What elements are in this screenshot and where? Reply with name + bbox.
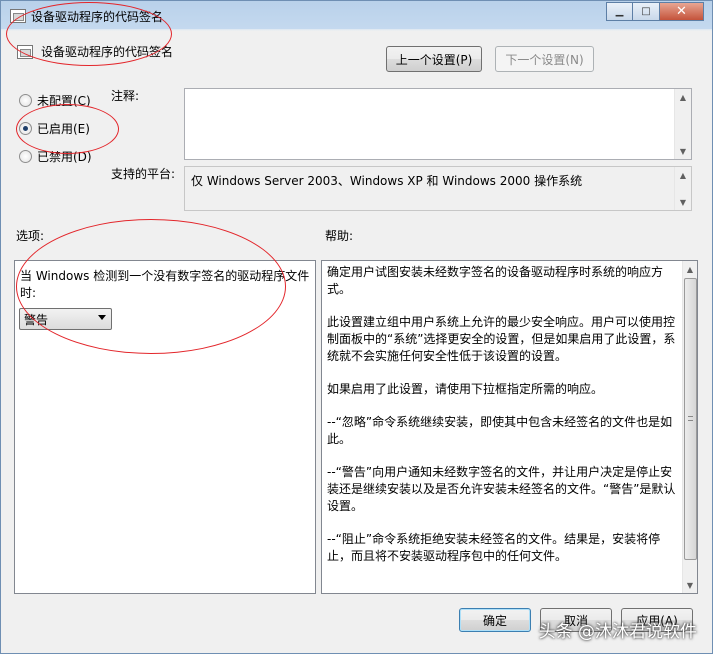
help-paragraph: 此设置建立组中用户系统上允许的最少安全响应。用户可以使用控制面板中的“系统”选择… xyxy=(327,315,676,363)
supported-platform-value: 仅 Windows Server 2003、Windows XP 和 Windo… xyxy=(191,174,583,188)
policy-settings-icon xyxy=(17,45,33,59)
scroll-down-icon[interactable]: ▼ xyxy=(675,194,691,210)
radio-enabled-label: 已启用(E) xyxy=(37,122,90,136)
radio-enabled-dot[interactable] xyxy=(19,122,32,135)
help-paragraph: --“忽略”命令系统继续安装，即使其中包含未经签名的文件也是如此。 xyxy=(327,415,673,446)
platform-scrollbar[interactable]: ▲ ▼ xyxy=(674,167,691,210)
window-title: 设备驱动程序的代码签名 xyxy=(31,10,164,24)
radio-not-configured[interactable]: 未配置(C) xyxy=(19,92,91,109)
maximize-button[interactable]: □ xyxy=(633,2,660,21)
radio-not-configured-dot[interactable] xyxy=(19,94,32,107)
comment-textarea[interactable]: ▲ ▼ xyxy=(184,88,692,160)
options-panel: 当 Windows 检测到一个没有数字签名的驱动程序文件时: 警告 xyxy=(14,260,316,594)
scroll-down-icon[interactable]: ▼ xyxy=(675,143,691,159)
scroll-up-icon[interactable]: ▲ xyxy=(683,261,697,277)
signature-action-dropdown[interactable]: 警告 xyxy=(19,308,112,330)
close-button[interactable]: ✕ xyxy=(660,2,704,21)
dialog-window: 设备驱动程序的代码签名 ▁ □ ✕ 设备驱动程序的代码签名 上一个设置(P) 下… xyxy=(0,0,713,654)
scroll-down-icon[interactable]: ▼ xyxy=(683,577,697,593)
scroll-up-icon[interactable]: ▲ xyxy=(675,167,691,183)
help-paragraph: --“阻止”命令系统拒绝安装未经签名的文件。结果是，安装将停止，而且将不安装驱动… xyxy=(327,532,661,563)
options-description: 当 Windows 检测到一个没有数字签名的驱动程序文件时: xyxy=(20,269,310,300)
help-text: 确定用户试图安装未经数字签名的设备驱动程序时系统的响应方式。 此设置建立组中用户… xyxy=(327,264,679,581)
radio-disabled-dot[interactable] xyxy=(19,150,32,163)
radio-disabled[interactable]: 已禁用(D) xyxy=(19,148,92,165)
chevron-down-icon xyxy=(98,315,106,320)
signature-action-value: 警告 xyxy=(24,312,49,327)
help-panel: 确定用户试图安装未经数字签名的设备驱动程序时系统的响应方式。 此设置建立组中用户… xyxy=(321,260,698,594)
comment-label: 注释: xyxy=(111,89,140,103)
radio-disabled-label: 已禁用(D) xyxy=(37,150,92,164)
policy-title: 设备驱动程序的代码签名 xyxy=(41,45,174,59)
radio-not-configured-label: 未配置(C) xyxy=(37,94,91,108)
help-paragraph: --“警告”向用户通知未经数字签名的文件，并让用户决定是停止安装还是继续安装以及… xyxy=(327,465,676,513)
watermark-text: 头条 @沐沐君说软件 xyxy=(538,622,697,642)
scroll-up-icon[interactable]: ▲ xyxy=(675,89,691,105)
help-scrollbar-thumb[interactable] xyxy=(684,278,697,560)
supported-platform-field: 仅 Windows Server 2003、Windows XP 和 Windo… xyxy=(184,166,692,211)
window-controls: ▁ □ ✕ xyxy=(606,2,704,21)
policy-settings-icon xyxy=(10,9,26,23)
help-paragraph: 确定用户试图安装未经数字签名的设备驱动程序时系统的响应方式。 xyxy=(327,265,664,296)
help-scrollbar[interactable]: ▲ ▼ xyxy=(682,261,697,593)
help-paragraph: 如果启用了此设置，请使用下拉框指定所需的响应。 xyxy=(327,382,604,396)
title-bar[interactable]: 设备驱动程序的代码签名 ▁ □ ✕ xyxy=(1,1,712,31)
options-section-label: 选项: xyxy=(16,229,45,243)
help-section-label: 帮助: xyxy=(325,229,354,243)
supported-platform-label: 支持的平台: xyxy=(111,167,176,181)
ok-button[interactable]: 确定 xyxy=(459,608,531,632)
minimize-button[interactable]: ▁ xyxy=(606,2,633,21)
dialog-body: 设备驱动程序的代码签名 上一个设置(P) 下一个设置(N) 未配置(C) 已启用… xyxy=(9,31,706,647)
previous-setting-button[interactable]: 上一个设置(P) xyxy=(386,46,482,72)
grip-icon xyxy=(688,416,693,421)
radio-enabled[interactable]: 已启用(E) xyxy=(19,120,90,137)
next-setting-button[interactable]: 下一个设置(N) xyxy=(495,46,594,72)
comment-scrollbar[interactable]: ▲ ▼ xyxy=(674,89,691,159)
